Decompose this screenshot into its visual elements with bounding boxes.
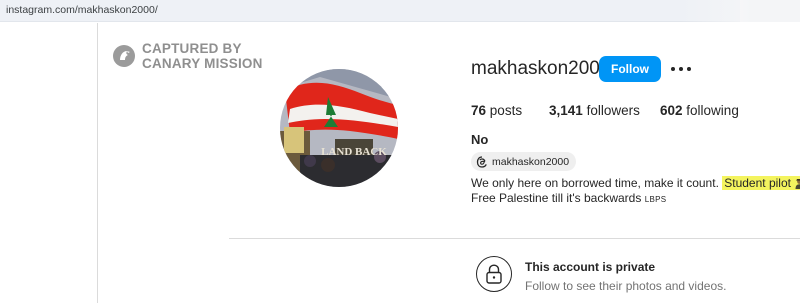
- bio-line2-text: Free Palestine till it's backwards: [471, 191, 642, 205]
- pilot-emoji-icon: [795, 178, 800, 189]
- bio-line1-text: We only here on borrowed time, make it c…: [471, 176, 719, 190]
- stat-followers[interactable]: 3,141 followers: [549, 103, 641, 118]
- private-account-title: This account is private: [525, 260, 656, 274]
- content-divider: [229, 238, 800, 239]
- profile-full-name: No: [471, 132, 489, 147]
- more-dot: [687, 67, 691, 71]
- posts-count: 76: [471, 103, 487, 118]
- bio-highlight: Student pilot: [722, 176, 800, 190]
- bio-line-2: Free Palestine till it's backwards LBPS: [471, 191, 800, 207]
- threads-icon: [476, 155, 487, 168]
- canary-mission-watermark: CAPTURED BY CANARY MISSION: [113, 41, 263, 71]
- bio-highlight-text: Student pilot: [724, 176, 791, 190]
- more-options-icon[interactable]: [671, 60, 691, 78]
- stat-posts: 76 posts: [471, 103, 529, 118]
- address-bar-fade: [680, 0, 800, 22]
- profile-bio: We only here on borrowed time, make it c…: [471, 176, 800, 207]
- bio-line-1: We only here on borrowed time, make it c…: [471, 176, 800, 191]
- stat-following[interactable]: 602 following: [660, 103, 739, 118]
- following-count: 602: [660, 103, 683, 118]
- more-dot: [671, 67, 675, 71]
- posts-label: posts: [489, 103, 523, 118]
- avatar-sign-text: LAND BACK: [321, 146, 387, 158]
- url-text: instagram.com/makhaskon2000/: [6, 4, 158, 16]
- lock-icon: [476, 256, 512, 292]
- watermark-line2: CANARY MISSION: [142, 56, 263, 71]
- followers-count: 3,141: [549, 103, 583, 118]
- more-dot: [679, 67, 683, 71]
- watermark-text: CAPTURED BY CANARY MISSION: [142, 41, 263, 71]
- bio-line2-suffix: LBPS: [644, 195, 667, 204]
- watermark-line1: CAPTURED BY: [142, 41, 242, 56]
- canary-logo-icon: [113, 45, 135, 67]
- url-field[interactable]: instagram.com/makhaskon2000/: [0, 0, 740, 22]
- private-account-subtitle: Follow to see their photos and videos.: [525, 279, 727, 293]
- threads-link[interactable]: makhaskon2000: [471, 152, 577, 171]
- profile-username: makhaskon2000: [471, 58, 611, 79]
- following-label: following: [686, 103, 739, 118]
- profile-stats: 76 posts 3,141 followers 602 following: [471, 103, 759, 118]
- threads-handle: makhaskon2000: [492, 155, 570, 168]
- followers-label: followers: [586, 103, 640, 118]
- follow-button[interactable]: Follow: [599, 56, 661, 82]
- sidebar-divider: [97, 23, 98, 303]
- browser-address-bar[interactable]: instagram.com/makhaskon2000/: [0, 0, 800, 23]
- avatar[interactable]: LAND BACK: [280, 69, 398, 187]
